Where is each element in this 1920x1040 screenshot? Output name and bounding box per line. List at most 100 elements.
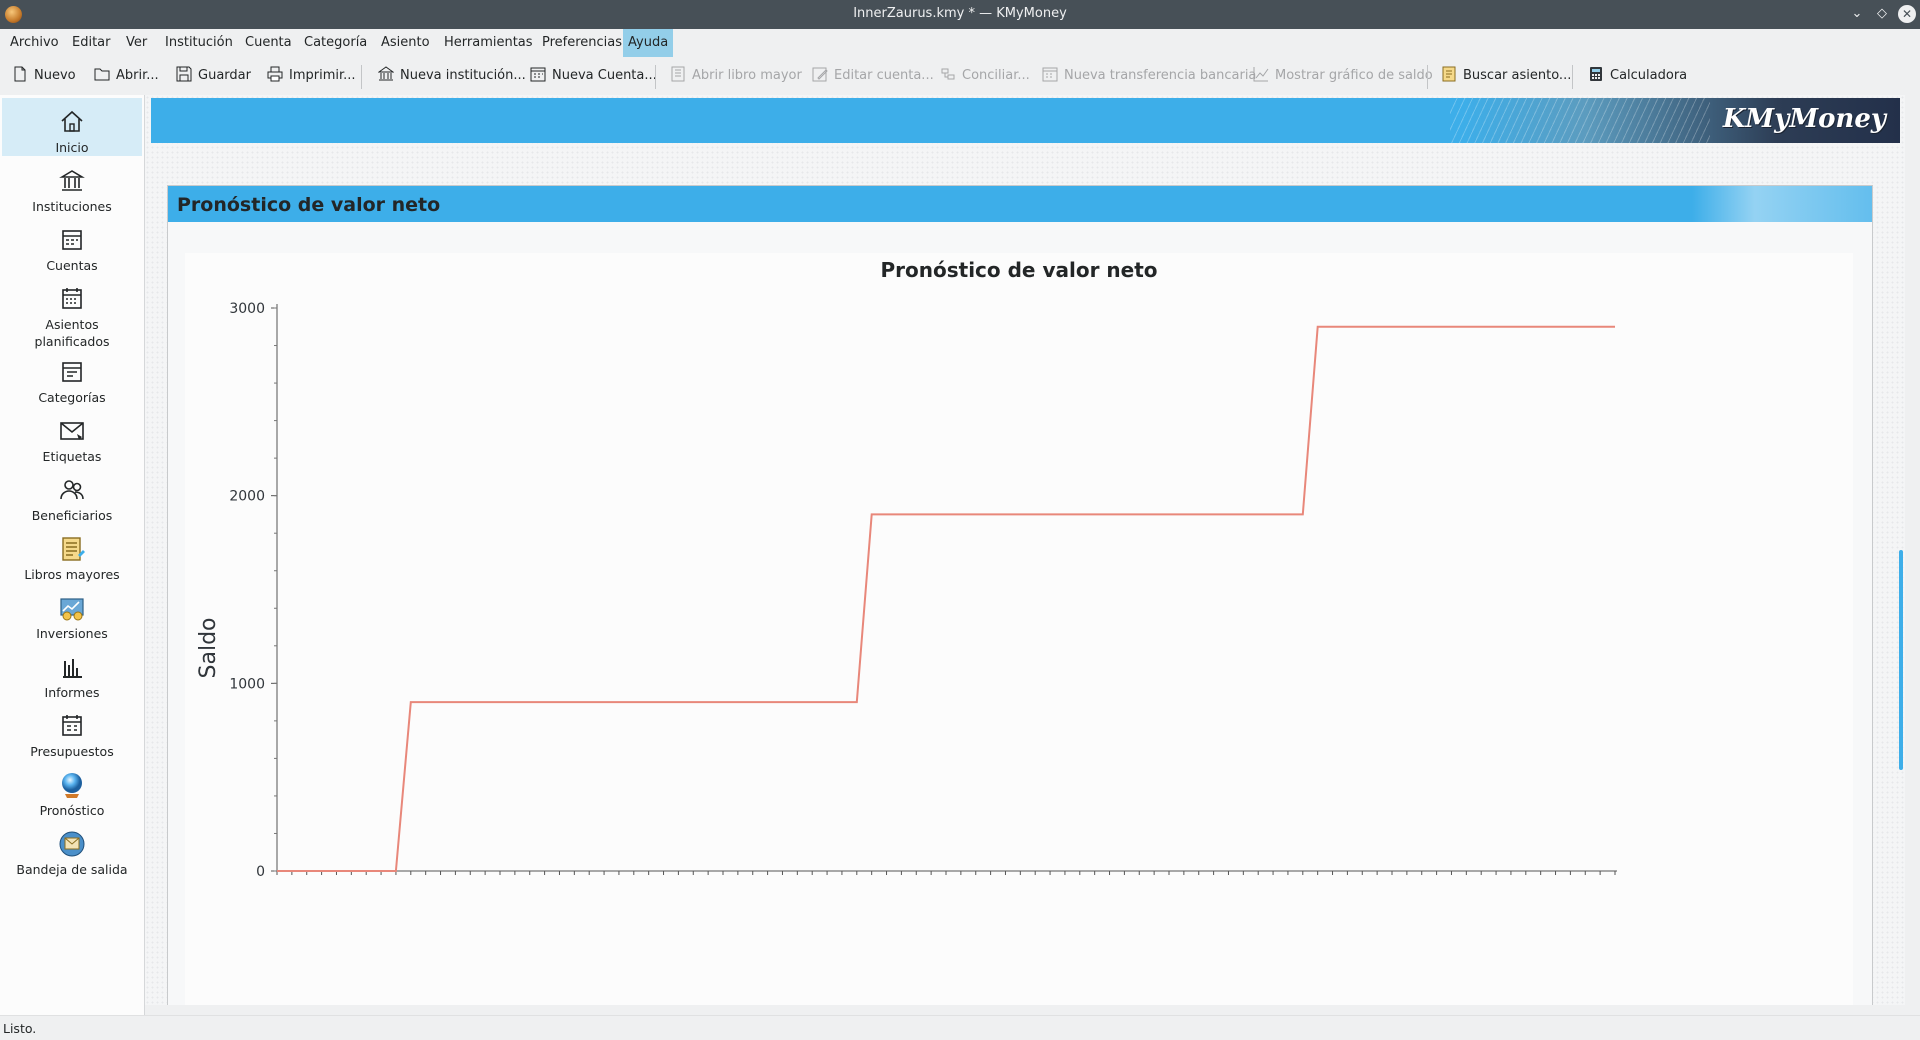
sidebar-item-label: Categorías: [38, 390, 106, 405]
calculator-button[interactable]: Calculadora: [1588, 63, 1687, 89]
schedule-icon: [58, 285, 86, 313]
sidebar-item-etiquetas[interactable]: Etiquetas: [2, 407, 142, 465]
sidebar-item-presupuestos[interactable]: Presupuestos: [2, 702, 142, 760]
reconcile-button[interactable]: Conciliar...: [940, 63, 1030, 89]
balance-chart-button[interactable]: Mostrar gráfico de saldo: [1253, 63, 1433, 89]
edit-account-icon: [812, 66, 828, 82]
find-transaction-button[interactable]: Buscar asiento...: [1441, 63, 1571, 89]
menu-herramientas[interactable]: Herramientas: [439, 29, 538, 57]
menu-editar[interactable]: Editar: [67, 29, 116, 57]
menu-ayuda[interactable]: Ayuda: [623, 29, 674, 57]
sidebar-item-beneficiarios[interactable]: Beneficiarios: [2, 466, 142, 524]
panel-header: Pronóstico de valor neto: [168, 186, 1872, 222]
sidebar-item-label: Asientos planificados: [34, 317, 110, 349]
menu-archivo[interactable]: Archivo: [5, 29, 64, 57]
reconcile-label: Conciliar...: [962, 68, 1030, 83]
new-transfer-button[interactable]: Nueva transferencia bancaria: [1042, 63, 1256, 89]
scrollbar-thumb[interactable]: [1899, 550, 1903, 770]
new-file-icon: [12, 66, 28, 82]
outbox-icon: [58, 830, 86, 858]
networth-forecast-panel: Pronóstico de valor neto Pronóstico de v…: [167, 185, 1873, 1005]
print-button[interactable]: Imprimir...: [267, 63, 356, 89]
status-text: Listo.: [3, 1021, 37, 1036]
sidebar-item-cuentas[interactable]: Cuentas: [2, 216, 142, 274]
banner-ornament: [1450, 98, 1710, 143]
y-axis-label: Saldo: [196, 618, 221, 679]
menu-preferencias[interactable]: Preferencias: [537, 29, 627, 57]
networth-forecast-chart: Pronóstico de valor neto Saldo 0 1000 2000…: [185, 253, 1853, 1005]
chart-axes: 0 1000 2000 3000: [229, 301, 1617, 880]
status-bar: Listo.: [0, 1015, 1920, 1040]
investments-icon: [58, 594, 86, 622]
printer-icon: [267, 66, 283, 82]
new-file-button[interactable]: Nuevo: [12, 63, 76, 89]
panel-title: Pronóstico de valor neto: [177, 194, 441, 216]
sidebar-item-pronostico[interactable]: Pronóstico: [2, 761, 142, 819]
new-account-button[interactable]: Nueva Cuenta...: [530, 63, 657, 89]
open-file-label: Abrir...: [116, 68, 159, 83]
home-page-view: KMyMoney Pronóstico de valor neto Pronós…: [145, 95, 1905, 1005]
calculator-label: Calculadora: [1610, 68, 1688, 83]
kmymoney-banner: KMyMoney: [151, 98, 1900, 143]
save-icon: [176, 66, 192, 82]
balance-chart-label: Mostrar gráfico de saldo: [1275, 68, 1433, 83]
sidebar-item-label: Etiquetas: [42, 449, 102, 464]
open-file-button[interactable]: Abrir...: [94, 63, 159, 89]
toolbar-separator: [655, 65, 656, 89]
save-button[interactable]: Guardar: [176, 63, 251, 89]
y-tick-label: 2000: [229, 489, 265, 505]
calculator-icon: [1588, 66, 1604, 82]
new-institution-label: Nueva institución...: [400, 68, 526, 83]
calendar-account-icon: [530, 66, 546, 82]
sidebar-item-informes[interactable]: Informes: [2, 643, 142, 701]
sidebar-item-inversiones[interactable]: Inversiones: [2, 584, 142, 642]
save-label: Guardar: [198, 68, 251, 83]
crystal-ball-icon: [58, 771, 86, 799]
y-tick-label: 1000: [229, 676, 265, 692]
new-institution-button[interactable]: Nueva institución...: [377, 63, 526, 89]
edit-account-label: Editar cuenta...: [834, 68, 934, 83]
new-account-label: Nueva Cuenta...: [552, 68, 657, 83]
vertical-scrollbar[interactable]: [1897, 95, 1905, 1005]
sidebar-item-label: Inicio: [55, 140, 89, 155]
sidebar-item-label: Presupuestos: [30, 744, 114, 759]
sidebar-item-label: Instituciones: [32, 199, 112, 214]
menu-asiento[interactable]: Asiento: [376, 29, 435, 57]
sidebar-item-label: Bandeja de salida: [16, 862, 128, 877]
sidebar-item-asientos-planificados[interactable]: Asientos planificados: [2, 275, 142, 349]
institution-icon: [377, 66, 395, 82]
sidebar-item-label: Libros mayores: [24, 567, 120, 582]
reconcile-icon: [940, 66, 956, 82]
new-transfer-label: Nueva transferencia bancaria: [1064, 68, 1257, 83]
sidebar-item-categorias[interactable]: Categorías: [2, 348, 142, 406]
kmymoney-logo: KMyMoney: [1722, 104, 1886, 134]
categories-icon: [58, 358, 86, 386]
panel-header-ornament: [1692, 186, 1872, 222]
edit-account-button[interactable]: Editar cuenta...: [812, 63, 934, 89]
ledger-icon: [670, 66, 686, 82]
main-toolbar: Nuevo Abrir... Guardar Imprimir... Nueva…: [0, 57, 1920, 95]
folder-open-icon: [94, 66, 110, 82]
sidebar-item-label: Pronóstico: [39, 803, 105, 818]
open-ledger-button[interactable]: Abrir libro mayor: [670, 63, 802, 89]
navigation-sidebar: Inicio Instituciones Cuentas Asientos pl…: [0, 95, 145, 1015]
minimize-icon[interactable]: ⌄: [1848, 5, 1866, 23]
y-tick-label: 3000: [229, 301, 265, 317]
menu-categoria[interactable]: Categoría: [299, 29, 372, 57]
menu-institucion[interactable]: Institución: [160, 29, 238, 57]
print-label: Imprimir...: [289, 68, 356, 83]
line-chart-icon: [1253, 66, 1269, 82]
y-tick-label: 0: [256, 864, 265, 880]
bank-icon: [58, 167, 86, 195]
close-icon[interactable]: ✕: [1898, 5, 1916, 23]
sidebar-item-libros-mayores[interactable]: Libros mayores: [2, 525, 142, 583]
maximize-icon[interactable]: ◇: [1873, 5, 1891, 23]
sidebar-item-inicio[interactable]: Inicio: [2, 98, 142, 156]
menu-ver[interactable]: Ver: [121, 29, 152, 57]
sidebar-item-instituciones[interactable]: Instituciones: [2, 157, 142, 215]
home-icon: [58, 108, 86, 136]
accounts-icon: [58, 226, 86, 254]
sidebar-item-bandeja-salida[interactable]: Bandeja de salida: [2, 820, 142, 878]
menu-cuenta[interactable]: Cuenta: [240, 29, 297, 57]
find-transaction-label: Buscar asiento...: [1463, 68, 1572, 83]
